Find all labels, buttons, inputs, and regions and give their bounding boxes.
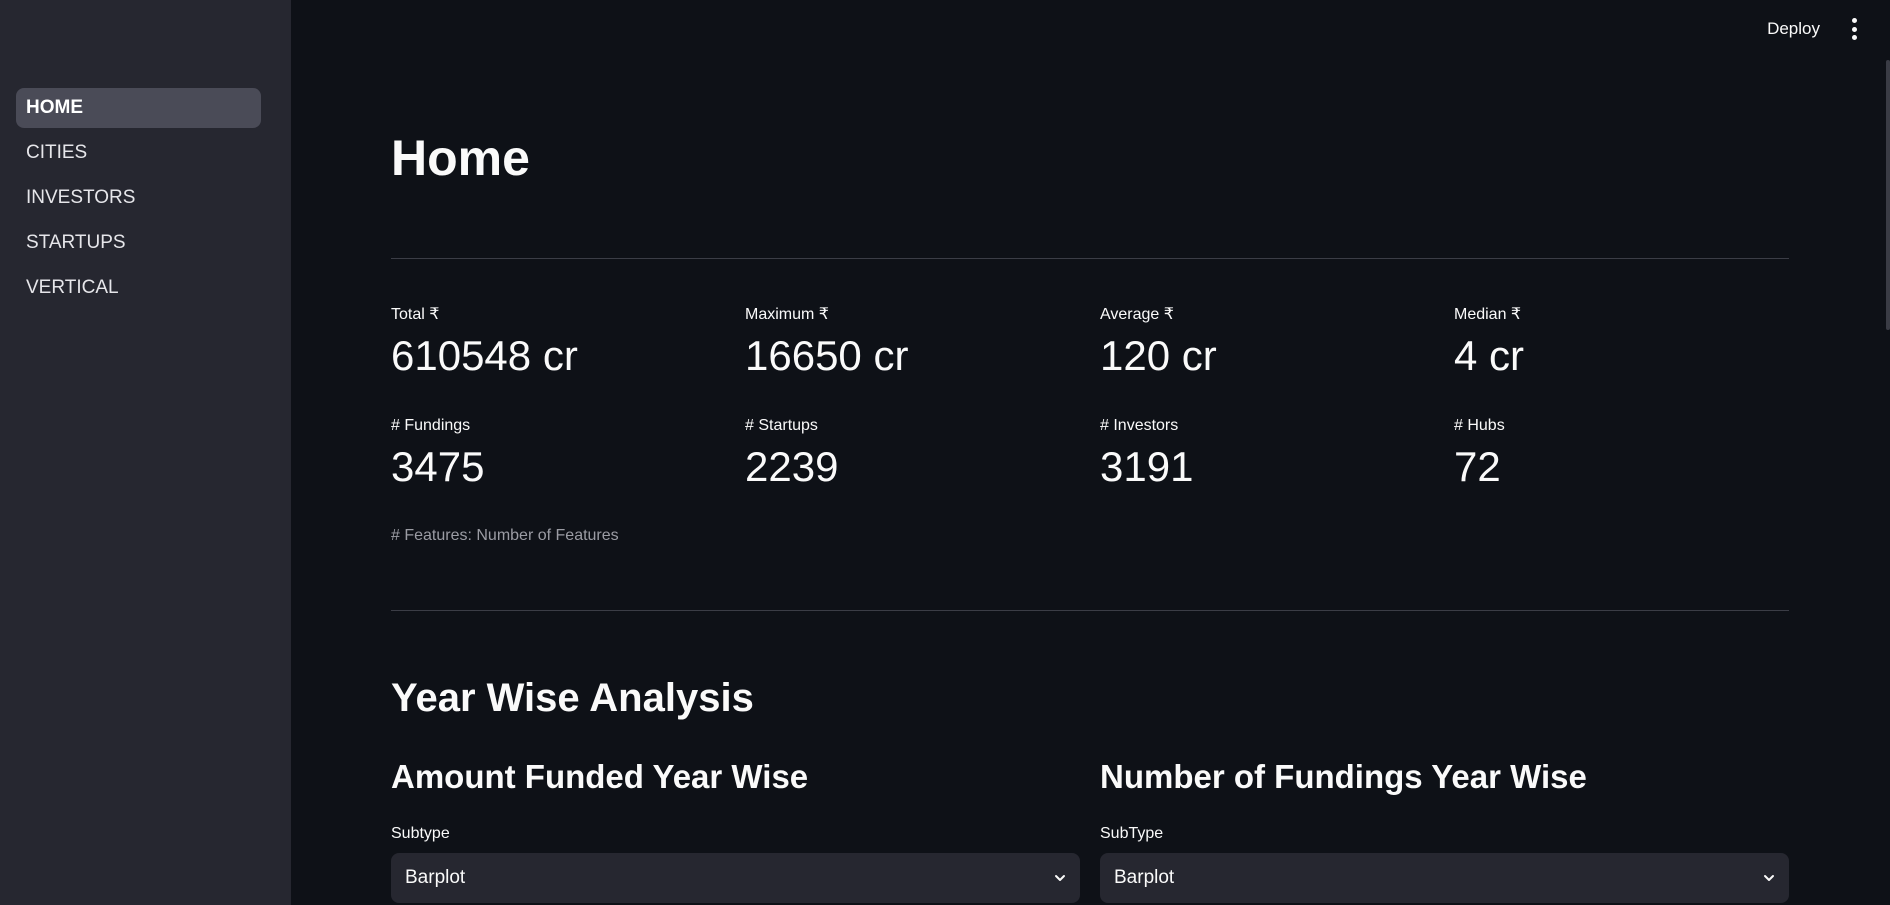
sidebar-item-label: CITIES bbox=[26, 142, 88, 163]
metric-value: 16650 cr bbox=[745, 332, 909, 379]
select-value: Barplot bbox=[1114, 867, 1175, 888]
metric-average: Average ₹ 120 cr bbox=[1100, 307, 1400, 377]
subtype-label: Subtype bbox=[391, 825, 450, 842]
divider bbox=[391, 258, 1789, 259]
metric-value: 4 cr bbox=[1454, 332, 1525, 379]
metric-value: 610548 cr bbox=[391, 332, 578, 379]
metric-label: # Fundings bbox=[391, 417, 471, 434]
sidebar-item-startups[interactable]: STARTUPS bbox=[16, 223, 261, 263]
metric-label: Maximum ₹ bbox=[745, 306, 829, 323]
metric-label: # Startups bbox=[745, 417, 818, 434]
metric-label: Median ₹ bbox=[1454, 306, 1522, 323]
subtype-select[interactable]: Barplot bbox=[391, 853, 1080, 903]
more-vertical-icon[interactable] bbox=[1848, 18, 1860, 40]
metric-hubs: # Hubs 72 bbox=[1454, 418, 1754, 488]
sidebar-item-label: HOME bbox=[26, 97, 83, 118]
sidebar-item-investors[interactable]: INVESTORS bbox=[16, 178, 261, 218]
sidebar-item-cities[interactable]: CITIES bbox=[16, 133, 261, 173]
sidebar: HOME CITIES INVESTORS STARTUPS VERTICAL bbox=[0, 0, 291, 905]
metric-value: 72 bbox=[1454, 443, 1501, 490]
top-bar: Deploy bbox=[1767, 18, 1860, 40]
sidebar-nav: HOME CITIES INVESTORS STARTUPS VERTICAL bbox=[16, 88, 261, 313]
subtype-label: SubType bbox=[1100, 825, 1164, 842]
metric-value: 2239 bbox=[745, 443, 839, 490]
metric-value: 3191 bbox=[1100, 443, 1194, 490]
divider bbox=[391, 610, 1789, 611]
metric-investors: # Investors 3191 bbox=[1100, 418, 1400, 488]
deploy-button[interactable]: Deploy bbox=[1767, 19, 1820, 39]
sidebar-item-label: STARTUPS bbox=[26, 232, 126, 253]
features-caption: # Features: Number of Features bbox=[391, 527, 619, 544]
metric-label: # Hubs bbox=[1454, 417, 1505, 434]
sidebar-item-label: VERTICAL bbox=[26, 277, 119, 298]
metric-maximum: Maximum ₹ 16650 cr bbox=[745, 307, 1045, 377]
sidebar-item-home[interactable]: HOME bbox=[16, 88, 261, 128]
chevron-down-icon bbox=[1055, 875, 1065, 881]
metric-label: Total ₹ bbox=[391, 306, 440, 323]
page-title: Home bbox=[391, 130, 530, 186]
amount-funded-title: Amount Funded Year Wise bbox=[391, 758, 809, 795]
metric-fundings: # Fundings 3475 bbox=[391, 418, 691, 488]
select-value: Barplot bbox=[405, 867, 466, 888]
chevron-down-icon bbox=[1764, 875, 1774, 881]
scrollbar[interactable] bbox=[1886, 60, 1890, 330]
number-fundings-title: Number of Fundings Year Wise bbox=[1100, 758, 1587, 795]
section-title: Year Wise Analysis bbox=[391, 676, 754, 720]
metric-total: Total ₹ 610548 cr bbox=[391, 307, 691, 377]
metric-median: Median ₹ 4 cr bbox=[1454, 307, 1754, 377]
sidebar-item-label: INVESTORS bbox=[26, 187, 136, 208]
metric-value: 3475 bbox=[391, 443, 485, 490]
metric-label: Average ₹ bbox=[1100, 306, 1174, 323]
metric-startups: # Startups 2239 bbox=[745, 418, 1045, 488]
subtype-select[interactable]: Barplot bbox=[1100, 853, 1789, 903]
metric-label: # Investors bbox=[1100, 417, 1179, 434]
metric-value: 120 cr bbox=[1100, 332, 1217, 379]
sidebar-item-vertical[interactable]: VERTICAL bbox=[16, 268, 261, 308]
